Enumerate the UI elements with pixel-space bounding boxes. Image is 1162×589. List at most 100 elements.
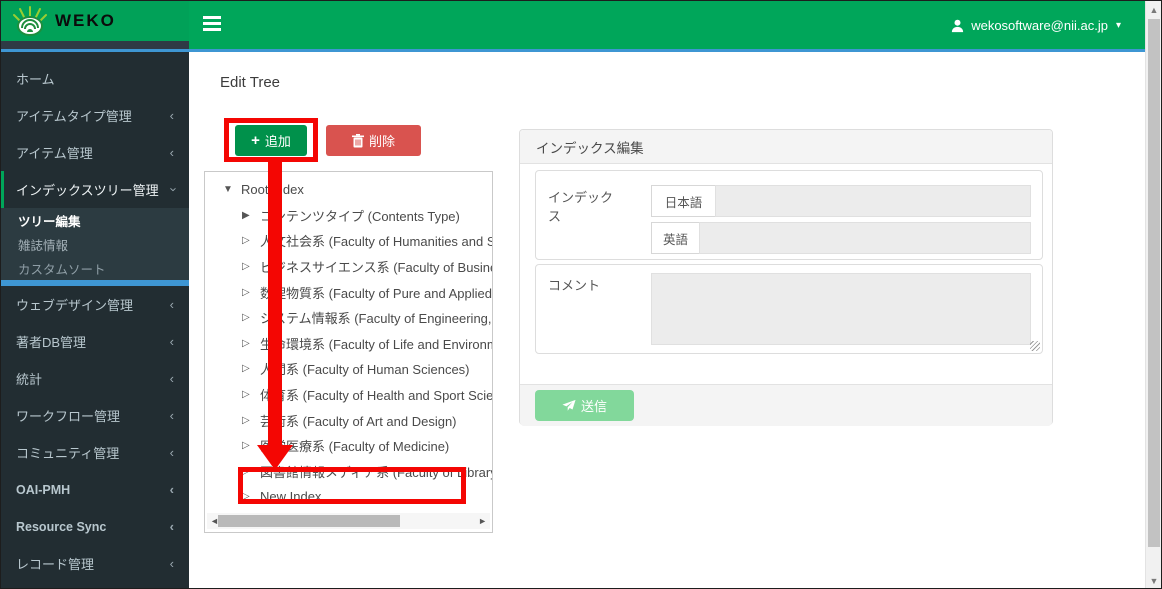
tree-item[interactable]: ▷体育系 (Faculty of Health and Sport Scienc… [205,382,492,408]
sidebar-item-label: ホーム [16,69,55,88]
comment-textarea[interactable] [651,273,1031,345]
subitem-label: ツリー編集 [18,211,81,230]
expander-closed-icon[interactable]: ▷ [242,363,260,374]
expander-closed-icon[interactable]: ▷ [242,415,260,426]
tree-item-new-index[interactable]: ▷New Index [205,484,492,510]
sidebar-item-label: OAI-PMH [16,483,70,497]
tree-item-label: ビジネスサイエンス系 (Faculty of Business Sciences… [260,257,492,276]
expander-closed-icon[interactable]: ▶ [242,210,260,221]
lang-en-addon: 英語 [651,222,699,254]
logo[interactable]: WEKO [1,1,189,41]
comment-field-label: コメント [548,277,622,296]
tree-item[interactable]: ▶コンテンツタイプ (Contents Type) [205,203,492,229]
chevron-left-icon: ‹ [170,482,174,497]
expander-open-icon[interactable]: ▼ [223,184,241,195]
tree-item[interactable]: ▷医学医療系 (Faculty of Medicine) [205,433,492,459]
tree-item[interactable]: ▷生命環境系 (Faculty of Life and Environmenta… [205,331,492,357]
expander-closed-icon[interactable]: ▷ [242,235,260,246]
sidebar-item-itemtype[interactable]: アイテムタイプ管理 ‹ [1,97,189,134]
sidebar-item-label: ウェブデザイン管理 [16,295,133,314]
scroll-down-icon[interactable]: ▼ [1146,576,1162,586]
sidebar-subitem-custom-sort[interactable]: カスタムソート [1,256,189,280]
sidebar-item-authordb[interactable]: 著者DB管理 ‹ [1,323,189,360]
sidebar-item-webdesign[interactable]: ウェブデザイン管理 ‹ [1,286,189,323]
sidebar-item-community[interactable]: コミュニティ管理 ‹ [1,434,189,471]
scroll-up-icon[interactable]: ▲ [1146,5,1162,15]
sidebar-item-indextree[interactable]: インデックスツリー管理 ‹ [1,171,189,208]
user-icon [950,18,965,33]
chevron-down-icon: ‹ [164,187,179,191]
tree-horizontal-scrollbar[interactable]: ◄ ► [207,513,490,529]
index-field-label: インデックス [548,189,622,227]
expander-closed-icon[interactable]: ▷ [242,389,260,400]
tree-item[interactable]: ▷システム情報系 (Faculty of Engineering, Inform… [205,305,492,331]
expander-closed-icon[interactable]: ▷ [242,287,260,298]
tree-item-label: 芸術系 (Faculty of Art and Design) [260,411,457,430]
subitem-label: 雑誌情報 [18,235,68,254]
tree-item-label: New Index [260,489,321,504]
sidebar-item-resourcesync[interactable]: Resource Sync ‹ [1,508,189,545]
scroll-right-icon[interactable]: ► [478,516,487,526]
tree-item-label: 医学医療系 (Faculty of Medicine) [260,436,449,455]
weko-logo-icon [13,6,47,36]
sidebar-item-label: 著者DB管理 [16,332,86,351]
tree-item[interactable]: ▷ビジネスサイエンス系 (Faculty of Business Science… [205,254,492,280]
sidebar-subitem-journal-info[interactable]: 雑誌情報 [1,232,189,256]
sidebar-item-stats[interactable]: 統計 ‹ [1,360,189,397]
tree-item[interactable]: ▷人間系 (Faculty of Human Sciences) [205,356,492,382]
expander-closed-icon[interactable]: ▷ [242,440,260,451]
index-name-ja-input[interactable] [715,185,1031,217]
tree-item-label: 人文社会系 (Faculty of Humanities and Social … [260,231,492,250]
expander-closed-icon[interactable]: ▷ [242,312,260,323]
subitem-label: カスタムソート [18,259,106,278]
tree-item-root[interactable]: ▼Root Index [205,177,492,203]
expander-closed-icon[interactable]: ▷ [242,261,260,272]
expander-closed-icon[interactable]: ▷ [242,338,260,349]
textarea-resize-handle[interactable] [1030,341,1040,351]
edit-panel-title: インデックス編集 [520,130,1052,164]
delete-index-button[interactable]: 削除 [326,125,421,156]
delete-button-label: 削除 [369,131,395,150]
expander-closed-icon[interactable]: ▷ [242,466,260,477]
edit-panel-footer: 送信 [520,384,1052,426]
main-content: Edit Tree + 追加 削除 ▼Root Index ▶コンテンツタイプ … [189,52,1147,589]
user-email: wekosoftware@nii.ac.jp [971,18,1108,33]
chevron-left-icon: ‹ [170,334,174,349]
sidebar-nav: ホーム アイテムタイプ管理 ‹ アイテム管理 ‹ インデックスツリー管理 ‹ ツ… [1,52,189,589]
tree-item-label: コンテンツタイプ (Contents Type) [260,206,460,225]
scrollbar-thumb[interactable] [218,515,400,527]
submit-button[interactable]: 送信 [535,390,634,421]
index-name-en-input[interactable] [699,222,1031,254]
lang-ja-addon: 日本語 [651,185,715,217]
comment-fieldset: コメント [535,264,1043,354]
sidebar-item-records[interactable]: レコード管理 ‹ [1,545,189,582]
page-vertical-scrollbar[interactable]: ▲ ▼ [1145,1,1161,589]
scrollbar-thumb[interactable] [1148,19,1160,547]
index-edit-panel: インデックス編集 インデックス 日本語 英語 コメント [519,129,1053,425]
sidebar-item-items[interactable]: アイテム管理 ‹ [1,134,189,171]
sidebar-subitem-tree-edit[interactable]: ツリー編集 [1,208,189,232]
chevron-left-icon: ‹ [170,519,174,534]
sidebar-item-home[interactable]: ホーム [1,60,189,97]
expander-closed-icon[interactable]: ▷ [242,491,260,502]
tree-item[interactable]: ▷図書館情報メディア系 (Faculty of Library, Informa… [205,459,492,485]
add-button-label: 追加 [265,131,291,150]
paper-plane-icon [562,399,576,412]
menu-toggle-icon[interactable] [203,16,223,33]
tree-item-label: 図書館情報メディア系 (Faculty of Library, Informat… [260,462,492,481]
sidebar-item-oaipmh[interactable]: OAI-PMH ‹ [1,471,189,508]
plus-icon: + [251,133,260,148]
logo-text: WEKO [55,11,116,31]
sidebar-item-label: アイテムタイプ管理 [16,106,132,125]
chevron-left-icon: ‹ [170,145,174,160]
tree-item[interactable]: ▷芸術系 (Faculty of Art and Design) [205,407,492,433]
add-index-button[interactable]: + 追加 [235,125,307,156]
tree-item[interactable]: ▷数理物質系 (Faculty of Pure and Applied Scie… [205,279,492,305]
sidebar-item-workflow[interactable]: ワークフロー管理 ‹ [1,397,189,434]
chevron-left-icon: ‹ [170,408,174,423]
submit-button-label: 送信 [581,396,607,415]
sidebar-item-label: アイテム管理 [16,143,93,162]
user-menu[interactable]: wekosoftware@nii.ac.jp ▾ [950,1,1121,49]
sidebar-item-label: インデックスツリー管理 [16,180,159,199]
tree-item[interactable]: ▷人文社会系 (Faculty of Humanities and Social… [205,228,492,254]
